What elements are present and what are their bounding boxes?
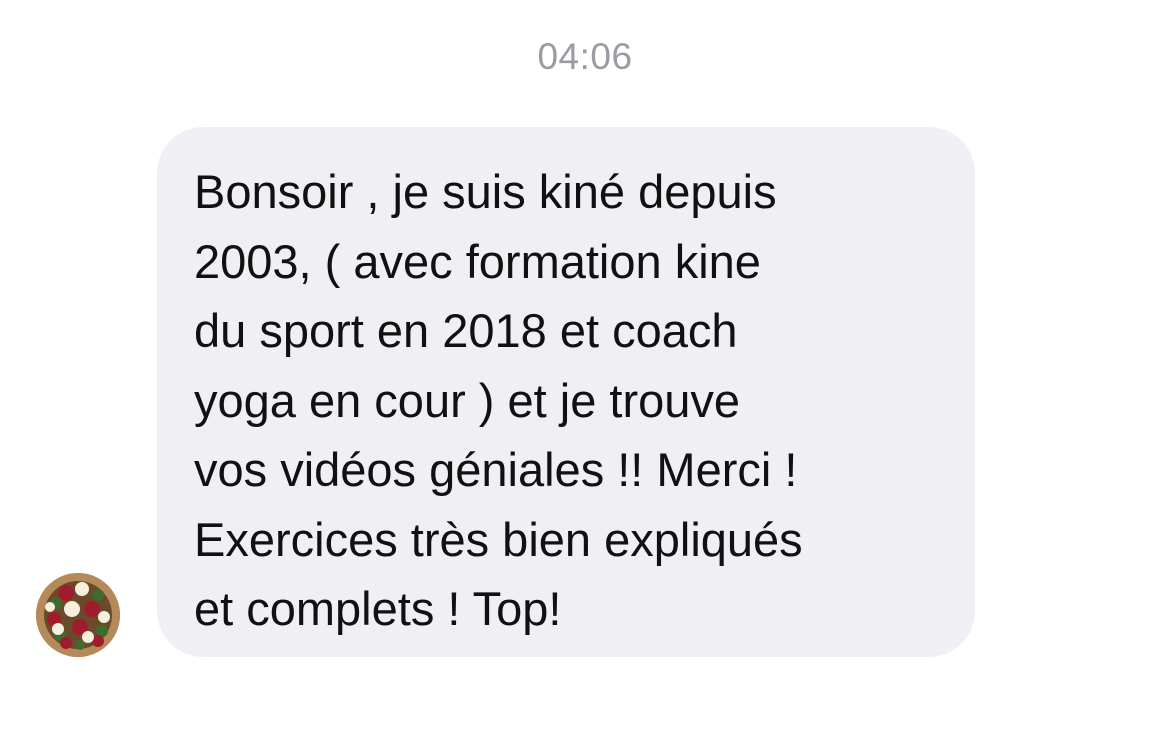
sender-avatar[interactable] bbox=[36, 573, 120, 657]
incoming-message-row: Bonsoir , je suis kiné depuis 2003, ( av… bbox=[0, 0, 1170, 737]
flower-bouquet-icon bbox=[36, 573, 120, 657]
message-bubble[interactable]: Bonsoir , je suis kiné depuis 2003, ( av… bbox=[157, 127, 975, 657]
message-text: Bonsoir , je suis kiné depuis 2003, ( av… bbox=[194, 165, 803, 635]
